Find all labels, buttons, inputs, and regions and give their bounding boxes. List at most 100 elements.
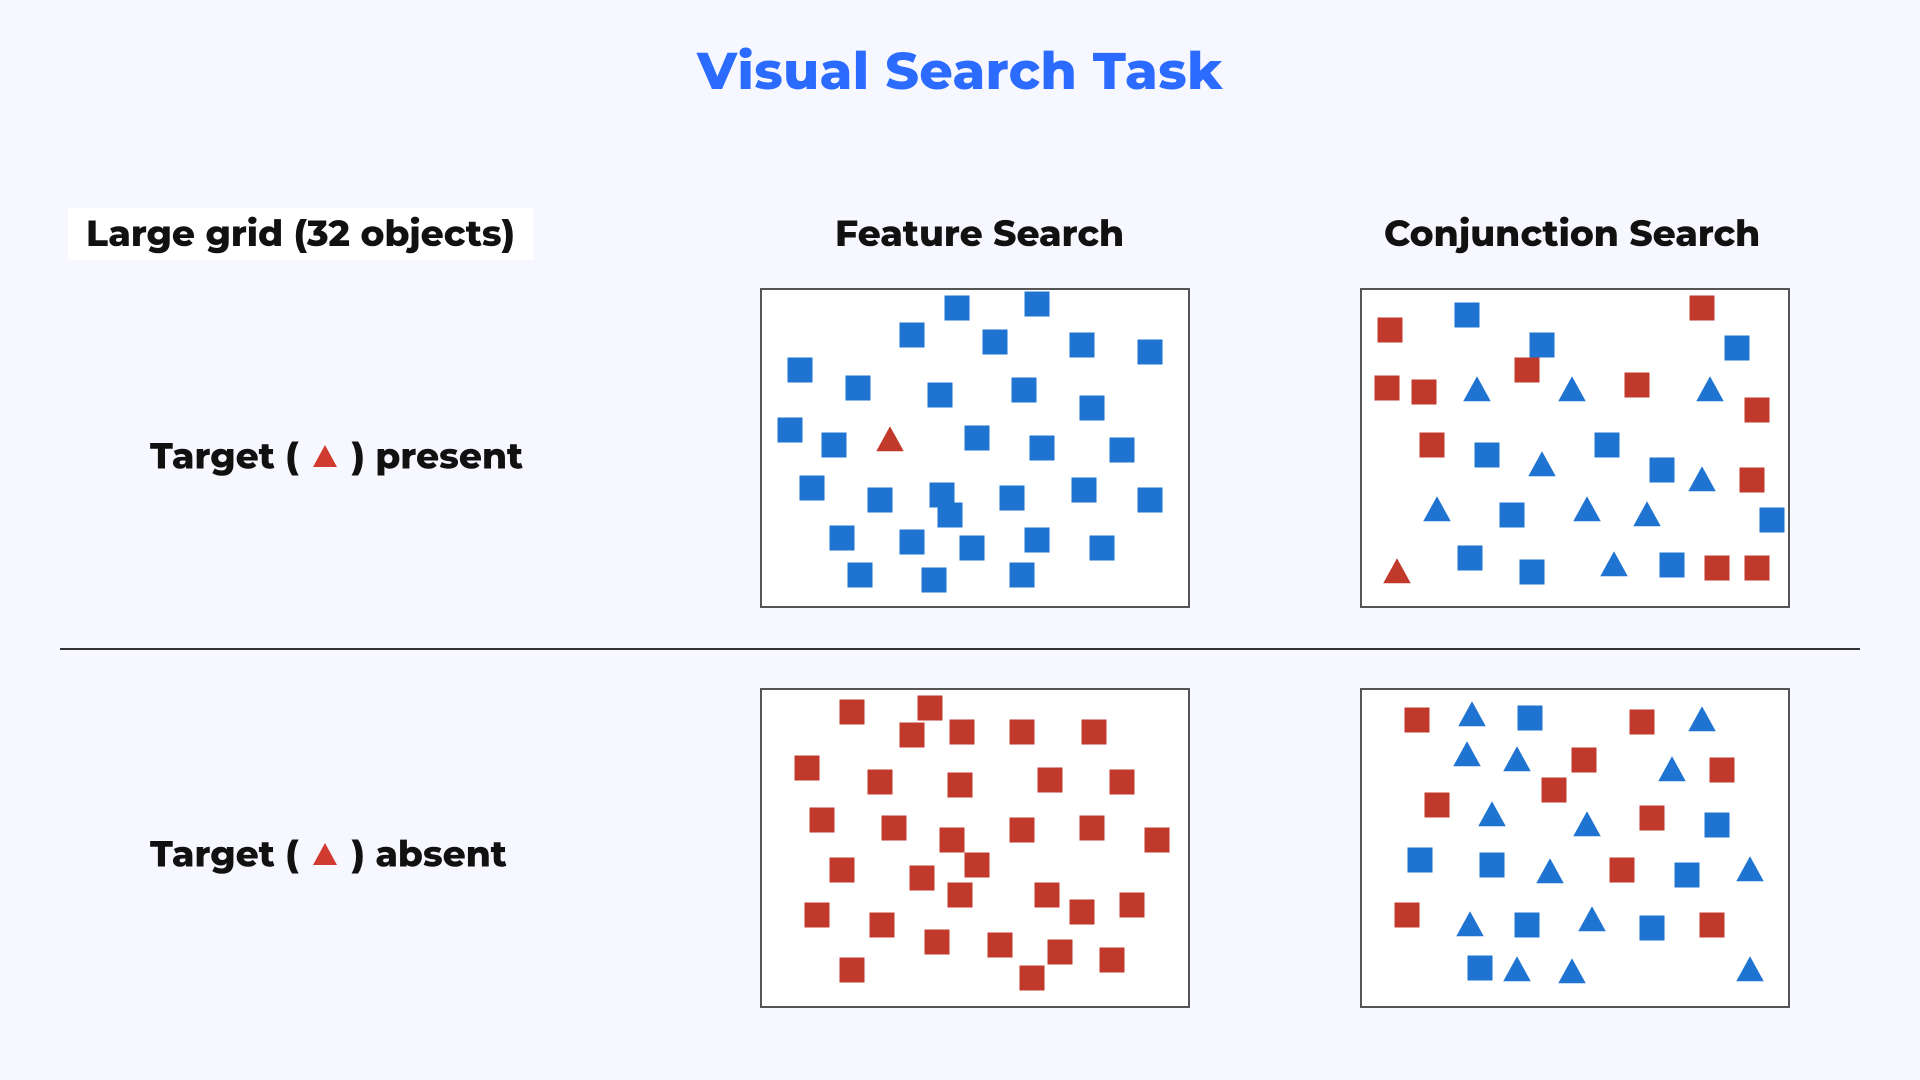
distractor-red-square [1640, 806, 1665, 831]
target-shape [1383, 558, 1411, 583]
distractor-blue-square [1660, 553, 1685, 578]
grid-size-label: Large grid (32 objects) [68, 208, 533, 260]
panel-conjunction-present [1360, 288, 1790, 608]
distractor-blue-triangle [1478, 801, 1506, 826]
panel-conjunction-absent [1360, 688, 1790, 1008]
distractor-red-square [1378, 318, 1403, 343]
distractor-blue-square [1138, 488, 1163, 513]
distractor-blue-square [788, 358, 813, 383]
distractor-blue-square [1530, 333, 1555, 358]
distractor-blue-square [1480, 853, 1505, 878]
distractor-red-square [1412, 380, 1437, 405]
col-conjunction-header: Conjunction Search [1384, 212, 1760, 256]
distractor-blue-triangle [1528, 451, 1556, 476]
distractor-blue-square [1640, 916, 1665, 941]
distractor-red-square [1610, 858, 1635, 883]
distractor-red-square [1048, 940, 1073, 965]
distractor-blue-square [900, 323, 925, 348]
distractor-blue-square [1500, 503, 1525, 528]
distractor-blue-triangle [1536, 858, 1564, 883]
distractor-red-square [918, 696, 943, 721]
distractor-blue-triangle [1573, 496, 1601, 521]
distractor-blue-triangle [1423, 496, 1451, 521]
panel-conjunction-present-svg [1362, 290, 1788, 606]
page-title: Visual Search Task [0, 40, 1920, 103]
distractor-blue-triangle [1463, 376, 1491, 401]
distractor-red-square [1070, 900, 1095, 925]
distractor-blue-square [965, 426, 990, 451]
distractor-blue-square [1010, 563, 1035, 588]
distractor-red-square [1542, 778, 1567, 803]
distractor-red-square [810, 808, 835, 833]
distractor-blue-square [800, 476, 825, 501]
distractor-red-square [948, 773, 973, 798]
distractor-blue-square [1705, 813, 1730, 838]
grid-size-text: Large grid (32 objects) [86, 212, 515, 256]
distractor-blue-square [868, 488, 893, 513]
distractor-blue-square [1725, 336, 1750, 361]
distractor-blue-square [1518, 706, 1543, 731]
distractor-red-square [1035, 883, 1060, 908]
distractor-blue-square [822, 433, 847, 458]
row-absent-post: ) absent [352, 832, 507, 876]
distractor-blue-square [1475, 443, 1500, 468]
distractor-blue-square [1070, 333, 1095, 358]
distractor-blue-triangle [1736, 956, 1764, 981]
distractor-blue-square [1025, 292, 1050, 317]
distractor-blue-square [1468, 956, 1493, 981]
distractor-blue-square [1090, 536, 1115, 561]
distractor-blue-triangle [1558, 376, 1586, 401]
distractor-red-square [900, 723, 925, 748]
panel-feature-absent-svg [762, 690, 1188, 1006]
row-absent-pre: Target ( [150, 832, 299, 876]
distractor-blue-triangle [1696, 376, 1724, 401]
distractor-blue-square [830, 526, 855, 551]
distractor-red-square [1038, 768, 1063, 793]
distractor-red-square [1690, 296, 1715, 321]
distractor-blue-square [1000, 486, 1025, 511]
distractor-blue-square [938, 503, 963, 528]
distractor-blue-square [1760, 508, 1785, 533]
distractor-blue-square [1080, 396, 1105, 421]
distractor-blue-square [1408, 848, 1433, 873]
distractor-red-square [1420, 433, 1445, 458]
distractor-blue-triangle [1503, 746, 1531, 771]
distractor-blue-triangle [1456, 911, 1484, 936]
distractor-blue-square [983, 330, 1008, 355]
distractor-red-square [1710, 758, 1735, 783]
row-present-pre: Target ( [150, 434, 299, 478]
distractor-blue-square [1520, 560, 1545, 585]
distractor-blue-square [848, 563, 873, 588]
distractor-red-square [1120, 893, 1145, 918]
target-shape [876, 426, 904, 451]
distractor-red-square [948, 883, 973, 908]
diagram-stage: Visual Search Task Large grid (32 object… [0, 0, 1920, 1080]
distractor-red-square [1100, 948, 1125, 973]
distractor-blue-triangle [1503, 956, 1531, 981]
distractor-blue-square [846, 376, 871, 401]
distractor-blue-square [1455, 303, 1480, 328]
distractor-blue-triangle [1633, 501, 1661, 526]
distractor-blue-square [1650, 458, 1675, 483]
distractor-blue-triangle [1688, 706, 1716, 731]
row-present-post: ) present [352, 434, 524, 478]
distractor-red-square [1020, 966, 1045, 991]
distractor-blue-square [1675, 863, 1700, 888]
distractor-blue-square [1025, 528, 1050, 553]
col-feature-header: Feature Search [835, 212, 1124, 256]
distractor-blue-square [1030, 436, 1055, 461]
panel-conjunction-absent-svg [1362, 690, 1788, 1006]
distractor-red-square [1110, 770, 1135, 795]
target-triangle-icon [311, 443, 339, 469]
distractor-red-square [1745, 398, 1770, 423]
distractor-blue-triangle [1573, 811, 1601, 836]
distractor-blue-triangle [1453, 741, 1481, 766]
distractor-red-square [1082, 720, 1107, 745]
distractor-red-square [910, 866, 935, 891]
distractor-red-square [965, 853, 990, 878]
target-triangle-icon [311, 841, 339, 867]
distractor-red-square [1080, 816, 1105, 841]
distractor-red-square [1145, 828, 1170, 853]
distractor-red-square [1375, 376, 1400, 401]
distractor-blue-triangle [1658, 756, 1686, 781]
